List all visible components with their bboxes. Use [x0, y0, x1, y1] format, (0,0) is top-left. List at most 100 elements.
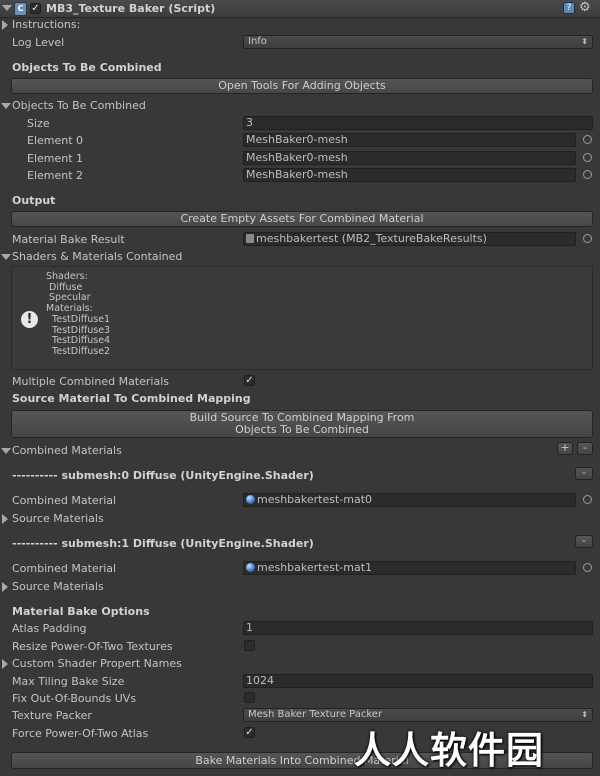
shaders-help-text: Shaders: Diffuse Specular Materials: Tes… [46, 271, 111, 357]
objects-section-title-row: Objects To Be Combined [0, 59, 600, 76]
source-materials-foldout-row[interactable]: Source Materials [0, 578, 600, 595]
combined-material-label: Combined Material [12, 562, 117, 575]
texture-packer-label: Texture Packer [12, 709, 92, 722]
create-assets-button-label: Create Empty Assets For Combined Materia… [180, 212, 424, 225]
log-level-dropdown[interactable]: Info ⬍ [243, 35, 593, 49]
bake-result-label: Material Bake Result [12, 233, 125, 246]
object-picker-icon[interactable] [583, 495, 592, 504]
script-icon: C [14, 2, 27, 16]
element-object-field[interactable]: MeshBaker0-mesh [243, 151, 576, 165]
build-mapping-button-line2: Objects To Be Combined [235, 423, 369, 436]
size-label: Size [27, 117, 50, 130]
element-label: Element 1 [27, 152, 84, 165]
output-title-row: Output [0, 192, 600, 209]
custom-shader-foldout-arrow[interactable] [2, 659, 8, 669]
combined-materials-foldout-label: Combined Materials [12, 444, 122, 457]
atlas-padding-row: Atlas Padding 1 [0, 620, 600, 637]
combined-material-value: meshbakertest-mat1 [257, 561, 373, 574]
object-picker-icon[interactable] [583, 563, 592, 572]
bake-result-object-field[interactable]: meshbakertest (MB2_TextureBakeResults) [243, 232, 576, 246]
object-picker-icon[interactable] [583, 135, 592, 144]
mapping-section-title: Source Material To Combined Mapping [12, 392, 251, 405]
source-materials-foldout-arrow[interactable] [2, 582, 8, 592]
submesh-title-row: ---------- submesh:1 Diffuse (UnityEngin… [0, 535, 600, 552]
combined-material-row: Combined Material meshbakertest-mat1 [0, 560, 600, 577]
element-object-field[interactable]: MeshBaker0-mesh [243, 133, 576, 147]
combined-material-row: Combined Material meshbakertest-mat0 [0, 492, 600, 509]
fix-uvs-checkbox[interactable] [244, 692, 255, 703]
component-foldout-arrow[interactable] [2, 5, 12, 11]
combined-material-value: meshbakertest-mat0 [257, 493, 373, 506]
size-input[interactable]: 3 [243, 116, 593, 130]
multiple-materials-checkbox[interactable]: ✓ [244, 375, 255, 386]
multiple-materials-row: Multiple Combined Materials ✓ [0, 373, 600, 390]
remove-submesh-button[interactable]: - [575, 467, 593, 480]
shaders-foldout-row[interactable]: Shaders & Materials Contained [0, 248, 600, 265]
build-mapping-button[interactable]: Build Source To Combined Mapping From Ob… [11, 410, 593, 438]
dropdown-arrows-icon: ⬍ [581, 37, 588, 46]
combined-material-object-field[interactable]: meshbakertest-mat1 [243, 561, 576, 575]
shaders-foldout-label: Shaders & Materials Contained [12, 250, 183, 263]
shaders-foldout-arrow[interactable] [1, 254, 11, 260]
fix-uvs-row: Fix Out-Of-Bounds UVs [0, 690, 600, 707]
component-enabled-checkbox[interactable]: ✓ [30, 3, 41, 14]
objects-foldout-row[interactable]: Objects To Be Combined [0, 97, 600, 114]
bake-result-value: meshbakertest (MB2_TextureBakeResults) [256, 232, 487, 245]
element-label: Element 2 [27, 169, 84, 182]
max-tiling-input[interactable]: 1024 [243, 674, 593, 688]
fix-uvs-label: Fix Out-Of-Bounds UVs [12, 692, 137, 705]
dropdown-arrows-icon: ⬍ [581, 710, 588, 719]
resize-pot-checkbox[interactable] [244, 640, 255, 651]
material-sphere-icon [246, 563, 255, 572]
gear-icon[interactable]: ⚙ [579, 0, 591, 16]
texture-packer-value: Mesh Baker Texture Packer [248, 709, 383, 720]
element-object-field[interactable]: MeshBaker0-mesh [243, 168, 576, 182]
shaders-help-box: ! Shaders: Diffuse Specular Materials: T… [11, 266, 593, 370]
max-tiling-row: Max Tiling Bake Size 1024 [0, 673, 600, 690]
remove-submesh-button[interactable]: - [577, 442, 593, 455]
force-pot-label: Force Power-Of-Two Atlas [12, 727, 149, 740]
help-book-icon[interactable]: ? [563, 2, 575, 14]
output-section-title: Output [12, 194, 56, 207]
element-row: Element 2 MeshBaker0-mesh [0, 167, 600, 184]
remove-submesh-button[interactable]: - [575, 535, 593, 548]
log-level-row: Log Level Info ⬍ [0, 34, 600, 51]
object-picker-icon[interactable] [583, 153, 592, 162]
open-tools-button-label: Open Tools For Adding Objects [218, 79, 386, 92]
submesh-title: ---------- submesh:1 Diffuse (UnityEngin… [12, 537, 314, 550]
objects-section-title: Objects To Be Combined [12, 61, 162, 74]
source-materials-label: Source Materials [12, 512, 104, 525]
source-materials-foldout-arrow[interactable] [2, 514, 8, 524]
source-materials-label: Source Materials [12, 580, 104, 593]
custom-shader-label: Custom Shader Propert Names [12, 657, 182, 670]
open-tools-button[interactable]: Open Tools For Adding Objects [11, 78, 593, 94]
instructions-label: Instructions: [12, 18, 81, 31]
combined-materials-foldout-row[interactable]: Combined Materials + - [0, 442, 600, 459]
object-picker-icon[interactable] [583, 170, 592, 179]
instructions-row[interactable]: Instructions: [0, 16, 600, 33]
force-pot-checkbox[interactable]: ✓ [244, 727, 255, 738]
mapping-title-row: Source Material To Combined Mapping [0, 390, 600, 407]
custom-shader-foldout-row[interactable]: Custom Shader Propert Names [0, 655, 600, 672]
objects-foldout-arrow[interactable] [1, 103, 11, 109]
add-submesh-button[interactable]: + [557, 442, 573, 455]
watermark-text: 人人软件园 [354, 729, 544, 772]
atlas-padding-label: Atlas Padding [12, 622, 87, 635]
multiple-materials-label: Multiple Combined Materials [12, 375, 169, 388]
instructions-foldout-arrow[interactable] [2, 20, 8, 30]
element-row: Element 1 MeshBaker0-mesh [0, 150, 600, 167]
submesh-title-row: ---------- submesh:0 Diffuse (UnityEngin… [0, 467, 600, 484]
combined-materials-foldout-arrow[interactable] [1, 448, 11, 454]
element-row: Element 0 MeshBaker0-mesh [0, 132, 600, 149]
max-tiling-label: Max Tiling Bake Size [12, 675, 125, 688]
combined-material-label: Combined Material [12, 494, 117, 507]
atlas-padding-input[interactable]: 1 [243, 621, 593, 635]
log-level-value: Info [248, 36, 267, 47]
source-materials-foldout-row[interactable]: Source Materials [0, 510, 600, 527]
create-assets-button[interactable]: Create Empty Assets For Combined Materia… [11, 211, 593, 227]
resize-pot-label: Resize Power-Of-Two Textures [12, 640, 173, 653]
bake-options-title-row: Material Bake Options [0, 603, 600, 620]
object-picker-icon[interactable] [583, 234, 592, 243]
size-row: Size 3 [0, 115, 600, 132]
combined-material-object-field[interactable]: meshbakertest-mat0 [243, 493, 576, 507]
